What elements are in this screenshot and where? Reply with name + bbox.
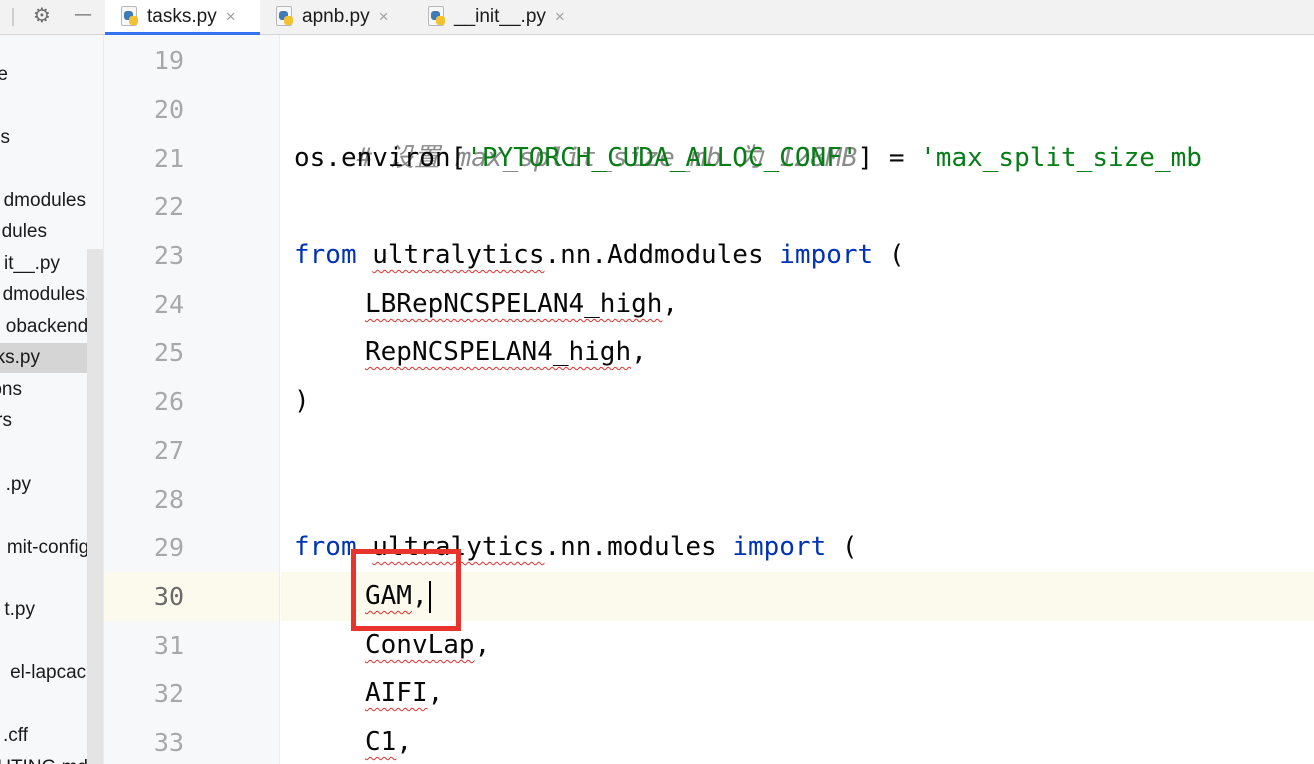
- close-icon[interactable]: ×: [555, 7, 565, 27]
- tab-apnb-py[interactable]: apnb.py ×: [262, 0, 412, 34]
- tree-scrollbar[interactable]: [87, 249, 103, 764]
- tree-item[interactable]: s: [0, 123, 11, 153]
- code-line-33[interactable]: C1,: [294, 718, 412, 764]
- python-file-icon: [276, 6, 296, 28]
- tab-label: __init__.py: [454, 6, 546, 27]
- tree-item-label: ks.py: [0, 347, 40, 368]
- tree-item[interactable]: rs: [0, 406, 12, 436]
- tree-item-label: UTING.md: [0, 753, 88, 764]
- code-token: ,: [396, 727, 412, 757]
- line-number: 31: [153, 631, 184, 660]
- code-keyword: import: [732, 532, 827, 562]
- line-number: 32: [153, 679, 184, 708]
- minimize-icon[interactable]: —: [68, 0, 98, 33]
- tree-item-label: t.py: [4, 599, 35, 620]
- code-string: 'max_split_size_mb: [920, 143, 1202, 173]
- tab-tasks-py[interactable]: tasks.py ×: [105, 0, 260, 35]
- code-identifier: AIFI: [365, 678, 428, 708]
- line-number: 19: [153, 46, 184, 75]
- code-token: ,: [427, 678, 444, 708]
- tree-item-label: it__.py: [4, 253, 60, 274]
- code-identifier: ConvLap: [365, 630, 475, 660]
- code-line-21[interactable]: os.environ['PYTORCH_CUDA_ALLOC_CONF'] = …: [294, 134, 1202, 183]
- gear-icon[interactable]: ⚙: [28, 0, 56, 33]
- tree-item[interactable]: dmodules: [0, 186, 86, 216]
- code-identifier: LBRepNCSPELAN4_high: [365, 289, 663, 319]
- line-number: 25: [153, 338, 184, 367]
- code-keyword: from: [294, 532, 357, 562]
- code-token: .nn.Addmodules: [544, 240, 780, 270]
- code-token: ] =: [857, 143, 921, 173]
- tree-item-label: e: [0, 60, 8, 90]
- close-icon[interactable]: ×: [226, 7, 236, 27]
- code-token: .nn.modules: [544, 532, 733, 562]
- line-number: 28: [153, 485, 184, 514]
- code-token: (: [873, 240, 905, 270]
- code-line-32[interactable]: AIFI,: [294, 669, 443, 718]
- tree-item-label: dules: [1, 221, 47, 242]
- code-line-24[interactable]: LBRepNCSPELAN4_high,: [294, 280, 678, 329]
- code-string: 'PYTORCH_CUDA_ALLOC_CONF': [466, 143, 858, 173]
- line-number: 26: [153, 387, 184, 416]
- tool-separator: [8, 0, 20, 33]
- tree-item-label: ons: [0, 379, 22, 400]
- line-number: 20: [153, 95, 184, 124]
- code-line-26[interactable]: ): [294, 377, 310, 426]
- line-number: 24: [153, 290, 184, 319]
- tab-init-py[interactable]: __init__.py ×: [414, 0, 584, 34]
- code-token: (: [826, 532, 858, 562]
- annotation-highlight-box: [351, 549, 461, 631]
- code-token: ,: [662, 289, 679, 319]
- python-file-icon: [121, 6, 141, 28]
- code-token: ,: [474, 630, 491, 660]
- tree-item[interactable]: .py: [0, 470, 31, 500]
- project-tree: e s dmodules dules it__.py dmodules.zi o…: [0, 35, 104, 764]
- line-number-current: 30: [104, 572, 279, 621]
- line-number: 27: [153, 436, 184, 465]
- code-token: os.environ[: [294, 143, 467, 173]
- line-number-gutter: 19 20 21 22 23 24 25 26 27 28 29 30 31 3…: [104, 35, 280, 764]
- tree-item[interactable]: t.py: [0, 595, 35, 625]
- code-editor[interactable]: # 设置 max_split_size_mb 为 128MB os.enviro…: [281, 35, 1314, 764]
- tree-item[interactable]: .cff: [0, 721, 28, 751]
- code-keyword: import: [779, 240, 874, 270]
- code-identifier: RepNCSPELAN4_high: [365, 337, 632, 367]
- tab-label: apnb.py: [302, 6, 370, 27]
- python-file-icon: [428, 6, 448, 28]
- code-token: ): [294, 386, 310, 416]
- tree-item[interactable]: ons: [0, 375, 22, 405]
- line-number: 21: [153, 144, 184, 173]
- code-identifier: C1: [365, 727, 397, 757]
- tree-item[interactable]: it__.py: [0, 249, 60, 279]
- tree-item-label: dmodules: [3, 190, 86, 211]
- close-icon[interactable]: ×: [379, 7, 389, 27]
- editor-tab-bar: ⚙ — tasks.py × apnb.py × __init__.py ×: [0, 0, 1314, 35]
- line-number: 22: [153, 192, 184, 221]
- tree-item-label: .py: [5, 474, 31, 495]
- code-keyword: from: [294, 240, 357, 270]
- code-token: ,: [631, 337, 647, 367]
- tree-item[interactable]: UTING.md: [0, 753, 88, 764]
- tree-item-label: s: [0, 127, 11, 148]
- tree-item[interactable]: e: [0, 60, 8, 90]
- tree-item-label: .cff: [3, 725, 28, 746]
- tree-item-label: rs: [0, 410, 12, 431]
- tree-item[interactable]: dules: [0, 217, 47, 247]
- tab-label: tasks.py: [147, 6, 217, 27]
- code-line-25[interactable]: RepNCSPELAN4_high,: [294, 328, 647, 377]
- code-line-23[interactable]: from ultralytics.nn.Addmodules import (: [294, 231, 905, 280]
- line-number: 23: [153, 241, 184, 270]
- line-number: 29: [153, 533, 184, 562]
- code-module: ultralytics: [372, 240, 545, 270]
- line-number: 33: [153, 728, 184, 757]
- code-line-20[interactable]: # 设置 max_split_size_mb 为 128MB: [294, 85, 858, 173]
